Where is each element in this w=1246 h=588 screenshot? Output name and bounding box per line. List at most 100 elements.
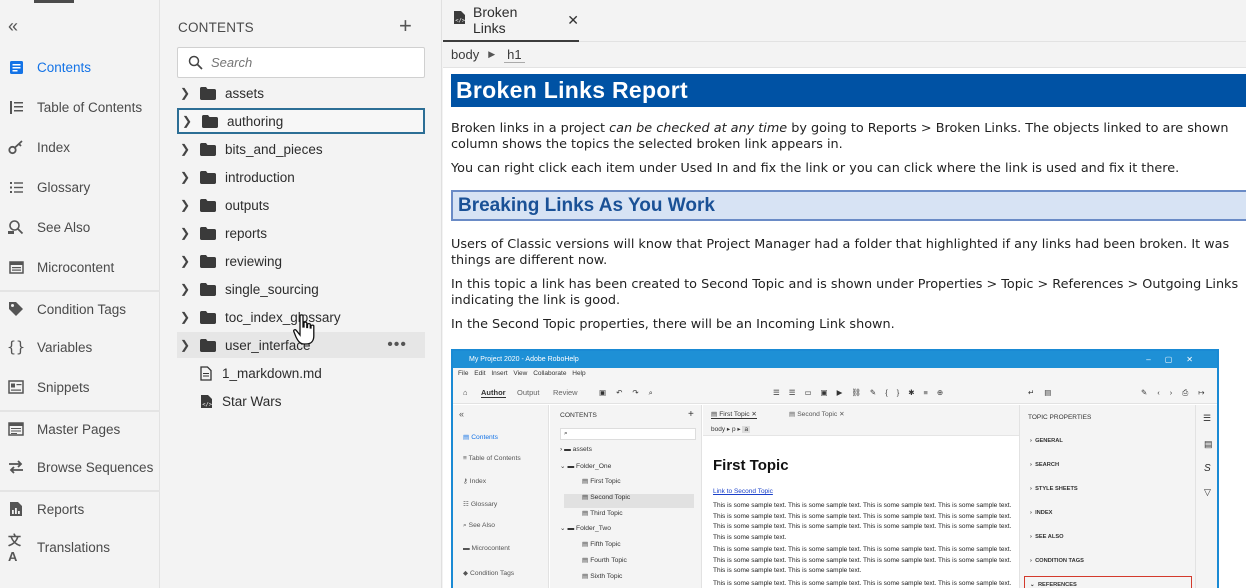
folder-icon: [202, 114, 218, 128]
tree-folder-row[interactable]: ❯ assets: [177, 80, 425, 106]
screenshot-breadcrumb: body ▸ p ▸ a: [703, 423, 1019, 436]
tree-file-row[interactable]: 1_markdown.md: [177, 360, 425, 386]
screenshot-prop-label: SEARCH: [1035, 462, 1060, 468]
screenshot-tab: ▤ First Topic ✕: [711, 411, 758, 419]
chevron-right-icon[interactable]: ❯: [180, 282, 194, 296]
close-tab-icon[interactable]: ✕: [567, 12, 579, 29]
screenshot-toolbar: ⌂ Author Output Review ▣↶↷⌕ ☰☰▭▣▶⛓✎{}✱≡⊕…: [453, 380, 1217, 404]
collapse-panel-icon[interactable]: «: [8, 16, 28, 36]
svg-text:</>: </>: [202, 402, 213, 408]
nav-item-reports[interactable]: Reports: [0, 491, 160, 527]
nav-item-variables[interactable]: {} Variables: [0, 329, 160, 365]
paragraph-1: Broken links in a project can be checked…: [451, 121, 1246, 137]
nav-label: Contents: [37, 59, 92, 75]
heading-2: Breaking Links As You Work: [451, 190, 1246, 221]
screenshot-prop-label: CONDITION TAGS: [1035, 558, 1084, 564]
nav-item-condition-tags[interactable]: Condition Tags: [0, 291, 160, 327]
tree-folder-row[interactable]: ❯ bits_and_pieces: [177, 136, 425, 162]
folder-icon: [200, 254, 216, 268]
home-icon: ⌂: [463, 388, 468, 397]
master-page-icon: [8, 421, 24, 437]
breadcrumb-h1[interactable]: h1: [504, 47, 525, 63]
chevron-right-icon[interactable]: ❯: [180, 338, 194, 352]
folder-icon: [200, 226, 216, 240]
tree-folder-row[interactable]: ❯ introduction: [177, 164, 425, 190]
nav-item-index[interactable]: Index: [0, 129, 160, 165]
nav-item-snippets[interactable]: Snippets: [0, 369, 160, 405]
embedded-screenshot[interactable]: My Project 2020 - Adobe RoboHelp –▢✕ Fil…: [451, 349, 1219, 588]
chevron-right-icon[interactable]: ❯: [180, 226, 194, 240]
panel-title: CONTENTS: [178, 20, 254, 35]
nav-item-table-of-contents[interactable]: Table of Contents: [0, 89, 160, 125]
tab-broken-links[interactable]: </> Broken Links ✕: [443, 0, 579, 42]
screenshot-tree-item: ⌄ ▬ Folder_Two: [560, 525, 611, 532]
screenshot-tree-label: Folder_Two: [576, 525, 611, 532]
add-icon[interactable]: +: [399, 15, 412, 37]
nav-item-contents[interactable]: Contents: [0, 49, 160, 85]
paragraph-2: You can right click each item under Used…: [451, 161, 1180, 176]
screenshot-tree-item: ▤ First Topic: [582, 478, 621, 485]
nav-item-browse-sequences[interactable]: Browse Sequences: [0, 449, 160, 485]
screenshot-tree-item: ▤ Third Topic: [582, 510, 623, 517]
tree-folder-row[interactable]: ❯ outputs: [177, 192, 425, 218]
screenshot-paragraph: This is some sample text. This is some s…: [713, 502, 1012, 541]
screenshot-search: ⌕: [560, 428, 696, 440]
toc-icon: [8, 99, 24, 115]
breadcrumb-arrow-icon: ▶: [488, 49, 496, 59]
tree-folder-row[interactable]: ❯ single_sourcing: [177, 276, 425, 302]
more-options-icon[interactable]: •••: [387, 336, 407, 354]
folder-icon: [200, 170, 216, 184]
tree-item-label: authoring: [227, 113, 284, 129]
folder-icon: [200, 86, 216, 100]
paragraph-4: In this topic a link has been created to…: [451, 277, 1239, 292]
search-icon: ⌕: [564, 430, 568, 437]
nav-label: Master Pages: [37, 421, 121, 437]
nav-label: Translations: [37, 539, 111, 555]
chevron-right-icon[interactable]: ❯: [180, 142, 194, 156]
nav-item-glossary[interactable]: Glossary: [0, 169, 160, 205]
screenshot-tree-title: CONTENTS: [560, 412, 597, 419]
left-navigation: « Contents Table of Contents Index Gloss…: [0, 0, 160, 588]
paragraph-3: Users of Classic versions will know that…: [451, 237, 1230, 252]
folder-icon: [200, 282, 216, 296]
mode-tab: Output: [517, 388, 540, 397]
toolbar-icons: ☰☰▭▣▶⛓✎{}✱≡⊕: [773, 388, 953, 397]
screenshot-tree-item: ▤ Sixth Topic: [582, 573, 623, 580]
tree-folder-row[interactable]: ❯ reports: [177, 220, 425, 246]
document-content[interactable]: Broken Links Report Broken links in a pr…: [451, 74, 1246, 333]
screenshot-tree-label: assets: [572, 446, 592, 453]
chevron-right-icon[interactable]: ❯: [180, 254, 194, 268]
filter-icon: ▽: [1204, 487, 1211, 497]
heading-1: Broken Links Report: [451, 74, 1246, 107]
paragraph-text: Broken links in a project: [451, 121, 610, 136]
nav-item-translations[interactable]: 文A Translations: [0, 529, 160, 565]
nav-item-see-also[interactable]: See Also: [0, 209, 160, 245]
search-icon: [188, 55, 203, 70]
window-controls-icon: –▢✕: [1146, 355, 1207, 364]
key-icon: [8, 139, 24, 155]
screenshot-tree-label: Sixth Topic: [590, 573, 623, 580]
search-box[interactable]: [177, 47, 425, 78]
screenshot-tree-item: ▤ Second Topic: [582, 494, 631, 501]
search-input[interactable]: [211, 55, 411, 70]
screenshot-tree-label: Third Topic: [590, 510, 623, 517]
nav-item-microcontent[interactable]: Microcontent: [0, 249, 160, 285]
chevron-right-icon[interactable]: ❯: [180, 170, 194, 184]
chevron-right-icon[interactable]: ❯: [182, 114, 196, 128]
screenshot-prop: › INDEX: [1030, 510, 1053, 516]
nav-item-master-pages[interactable]: Master Pages: [0, 411, 160, 447]
tree-file-row[interactable]: </> Star Wars: [177, 388, 425, 414]
tree-folder-row[interactable]: ❯ authoring: [177, 108, 425, 134]
chevron-right-icon[interactable]: ❯: [180, 86, 194, 100]
topic-file-icon: </>: [200, 394, 213, 409]
chevron-right-icon[interactable]: ❯: [180, 310, 194, 324]
menu-item: View: [513, 370, 528, 377]
screenshot-tabs: ▤ First Topic ✕ ▤ Second Topic ✕: [703, 405, 1019, 423]
chevron-right-icon[interactable]: ❯: [180, 198, 194, 212]
screenshot-nav-label: Table of Contents: [468, 455, 521, 462]
screenshot-tree-label: First Topic: [590, 478, 621, 485]
breadcrumb-body[interactable]: body: [451, 47, 479, 62]
crumb-item: p: [731, 426, 736, 433]
tree-folder-row[interactable]: ❯ reviewing: [177, 248, 425, 274]
nav-label: Microcontent: [37, 259, 115, 275]
